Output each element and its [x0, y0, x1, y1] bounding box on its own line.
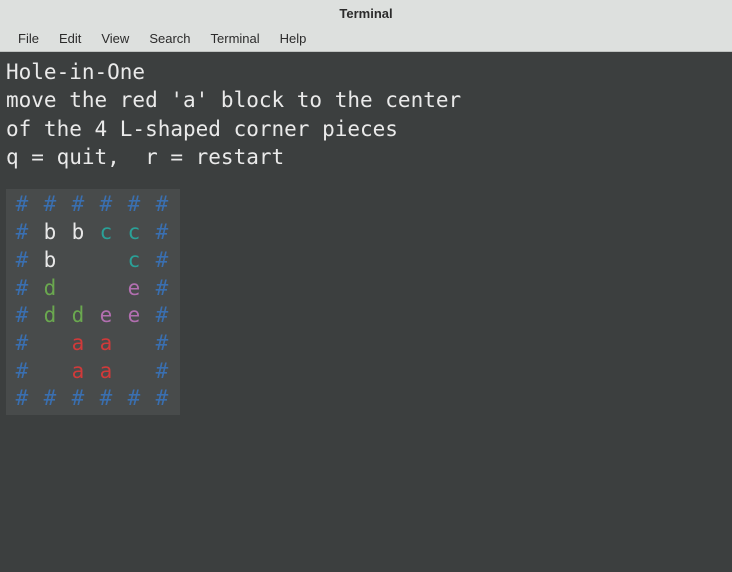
menu-file[interactable]: File [8, 27, 49, 50]
board-cell: # [148, 302, 176, 330]
board-row: # aa # [8, 330, 176, 358]
board-cell: e [120, 275, 148, 303]
board-cell: a [64, 358, 92, 386]
board-cell: d [64, 302, 92, 330]
board-cell: d [36, 275, 64, 303]
menu-help[interactable]: Help [270, 27, 317, 50]
board-cell: # [148, 247, 176, 275]
board-row: # aa # [8, 358, 176, 386]
board-cell: a [92, 358, 120, 386]
menu-bar: File Edit View Search Terminal Help [0, 26, 732, 52]
board-row: #ddee# [8, 302, 176, 330]
board-row: #bbcc# [8, 219, 176, 247]
board-cell [64, 247, 92, 275]
board-cell [36, 358, 64, 386]
board-row: #b c# [8, 247, 176, 275]
game-title: Hole-in-One [6, 60, 145, 84]
board-cell: # [148, 191, 176, 219]
board-cell [120, 358, 148, 386]
board-cell: c [92, 219, 120, 247]
board-cell: b [36, 219, 64, 247]
board-cell: c [120, 247, 148, 275]
board-cell: # [120, 385, 148, 413]
board-cell: b [36, 247, 64, 275]
board-cell: e [92, 302, 120, 330]
board-cell: # [36, 385, 64, 413]
board-cell: # [64, 385, 92, 413]
board-cell: # [92, 191, 120, 219]
board-cell: # [92, 385, 120, 413]
instructions-line-1: move the red 'a' block to the center [6, 88, 461, 112]
instructions-line-2: of the 4 L-shaped corner pieces [6, 117, 398, 141]
board-cell [36, 330, 64, 358]
terminal-output[interactable]: Hole-in-One move the red 'a' block to th… [0, 52, 732, 572]
board-cell: # [64, 191, 92, 219]
board-cell [92, 275, 120, 303]
board-cell: # [148, 358, 176, 386]
board-cell: # [148, 385, 176, 413]
board-cell: b [64, 219, 92, 247]
menu-view[interactable]: View [91, 27, 139, 50]
controls-help: q = quit, r = restart [6, 145, 284, 169]
menu-search[interactable]: Search [139, 27, 200, 50]
board-cell: e [120, 302, 148, 330]
board-cell [92, 247, 120, 275]
board-cell: # [148, 275, 176, 303]
board-cell: # [8, 275, 36, 303]
board-row: ###### [8, 385, 176, 413]
board-row: ###### [8, 191, 176, 219]
board-cell [64, 275, 92, 303]
menu-terminal[interactable]: Terminal [201, 27, 270, 50]
board-cell: # [8, 191, 36, 219]
window-title-bar: Terminal [0, 0, 732, 26]
board-cell: a [92, 330, 120, 358]
board-cell: # [8, 330, 36, 358]
board-cell [120, 330, 148, 358]
board-cell: # [8, 247, 36, 275]
board-cell: # [148, 330, 176, 358]
board-cell: c [120, 219, 148, 247]
game-board: #######bbcc##b c##d e##ddee## aa ## aa #… [6, 189, 180, 415]
board-cell: # [8, 385, 36, 413]
board-cell: # [36, 191, 64, 219]
board-cell: d [36, 302, 64, 330]
board-cell: # [8, 302, 36, 330]
board-cell: # [120, 191, 148, 219]
board-row: #d e# [8, 275, 176, 303]
board-cell: # [148, 219, 176, 247]
window-title: Terminal [339, 6, 392, 21]
board-cell: # [8, 358, 36, 386]
board-cell: a [64, 330, 92, 358]
menu-edit[interactable]: Edit [49, 27, 91, 50]
board-cell: # [8, 219, 36, 247]
